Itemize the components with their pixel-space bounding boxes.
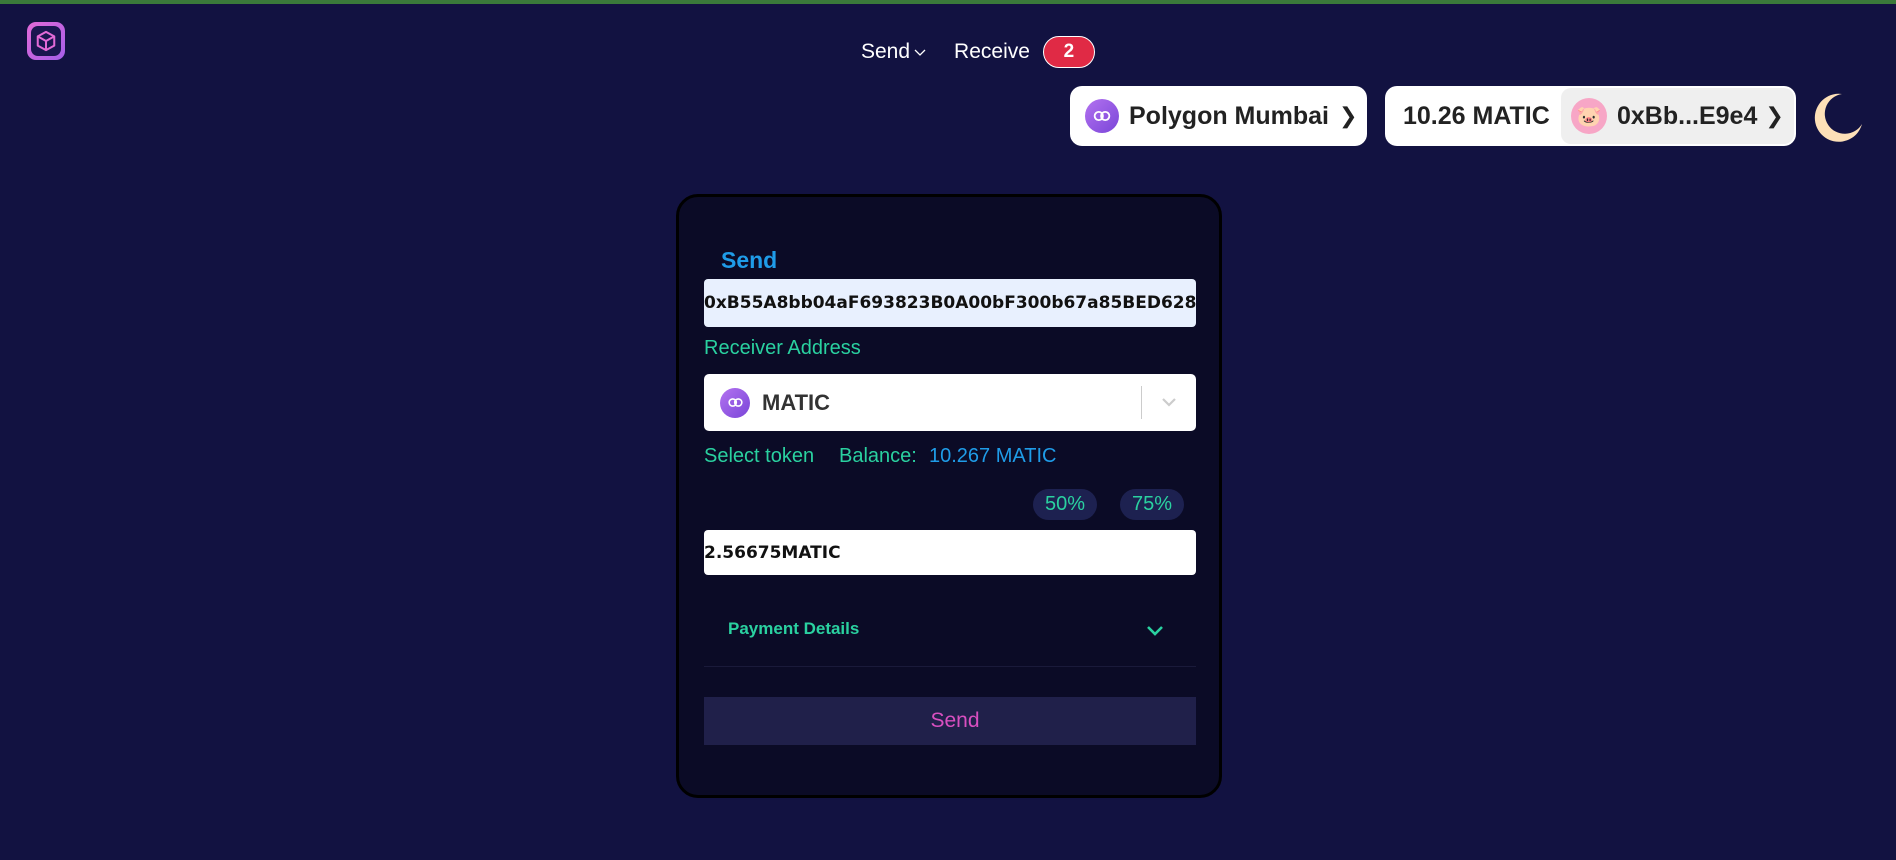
payment-details-accordion[interactable]: Payment Details — [704, 597, 1196, 667]
send-button[interactable]: Send — [704, 697, 1196, 745]
amount-input[interactable] — [704, 530, 1196, 575]
receiver-address-input[interactable] — [704, 279, 1196, 327]
account-balance: 10.26 MATIC — [1403, 101, 1550, 130]
network-name: Polygon Mumbai — [1129, 101, 1329, 130]
percent-50-button[interactable]: 50% — [1033, 489, 1097, 520]
polygon-icon — [1085, 99, 1119, 133]
cube-logo-icon[interactable] — [27, 22, 65, 60]
balance-label: Balance: — [839, 445, 917, 467]
chevron-down-icon: ❯ — [1765, 103, 1784, 128]
select-token-label: Select token — [704, 445, 815, 467]
chevron-down-icon — [914, 49, 926, 56]
top-progress-strip — [0, 0, 1896, 4]
chevron-down-icon — [1147, 626, 1163, 636]
top-nav: Send Receive 2 — [861, 36, 1095, 68]
receive-count-badge: 2 — [1042, 36, 1095, 68]
payment-details-label: Payment Details — [728, 619, 860, 638]
polygon-icon — [720, 387, 750, 418]
pig-avatar-icon: 🐷 — [1571, 98, 1607, 134]
account-address: 0xBb...E9e4 — [1617, 101, 1758, 130]
selected-token: MATIC — [762, 389, 831, 415]
balance-value: 10.267 MATIC — [929, 445, 1057, 467]
receiver-address-label: Receiver Address — [704, 337, 861, 359]
percent-75-button[interactable]: 75% — [1120, 489, 1184, 520]
select-divider — [1141, 386, 1142, 419]
network-selector-button[interactable]: Polygon Mumbai ❯ — [1070, 86, 1367, 146]
moon-icon[interactable] — [1808, 90, 1864, 146]
nav-send-label: Send — [861, 40, 911, 63]
account-panel: 10.26 MATIC 🐷 0xBb...E9e4 ❯ — [1385, 86, 1796, 146]
send-card-title: Send — [721, 247, 778, 273]
nav-send-menu[interactable]: Send — [861, 40, 926, 64]
account-address-button[interactable]: 🐷 0xBb...E9e4 ❯ — [1561, 88, 1794, 144]
send-card: Send Receiver Address MATIC Select token… — [676, 194, 1222, 798]
nav-receive-link[interactable]: Receive — [954, 40, 1030, 64]
chevron-down-icon: ❯ — [1339, 103, 1358, 128]
token-select[interactable]: MATIC — [704, 374, 1196, 431]
chevron-down-icon — [1162, 398, 1176, 407]
app-page: Send Receive 2 Polygon Mumbai ❯ 10.26 MA… — [0, 0, 1896, 860]
